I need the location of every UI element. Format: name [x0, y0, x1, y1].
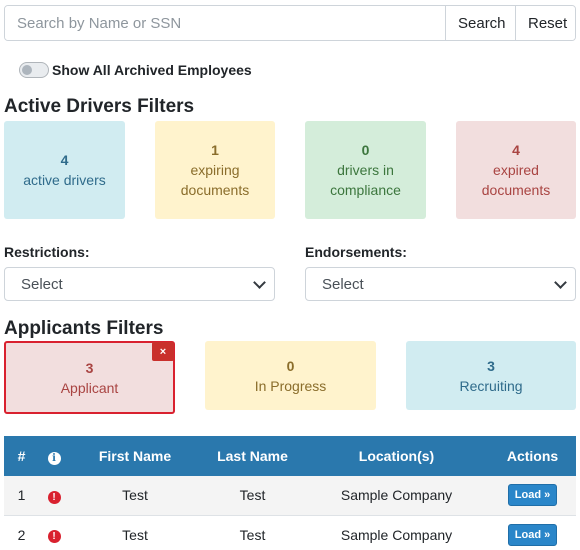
card-label: expiring documents — [180, 162, 250, 198]
card-active-drivers[interactable]: 4 active drivers — [4, 121, 125, 219]
archived-toggle-switch[interactable] — [19, 62, 49, 78]
restrictions-label: Restrictions: — [4, 244, 90, 260]
column-header-actions: Actions — [489, 436, 576, 476]
employees-table: # i First Name Last Name Location(s) Act… — [4, 436, 576, 550]
endorsements-label: Endorsements: — [305, 244, 407, 260]
row-status: ! — [39, 476, 69, 516]
card-expired-documents[interactable]: 4 expired documents — [456, 121, 576, 219]
exclamation-icon: ! — [47, 530, 61, 543]
endorsements-select-value: Select — [322, 275, 364, 293]
card-count: 3 — [487, 357, 495, 374]
card-label: active drivers — [23, 172, 106, 188]
card-count: 4 — [512, 142, 520, 158]
search-button[interactable]: Search — [445, 6, 515, 40]
row-number: 1 — [4, 476, 39, 516]
card-count: 0 — [361, 142, 370, 158]
row-first-name: Test — [69, 476, 201, 516]
column-header-number[interactable]: # — [4, 436, 39, 476]
row-actions: Load » — [489, 515, 576, 550]
endorsements-select[interactable]: Select — [305, 267, 576, 301]
column-header-first-name[interactable]: First Name — [69, 436, 201, 476]
exclamation-icon: ! — [47, 490, 61, 504]
row-location: Sample Company — [304, 515, 489, 550]
load-button[interactable]: Load » — [507, 523, 558, 546]
row-location: Sample Company — [304, 476, 489, 516]
table-header-row: # i First Name Last Name Location(s) Act… — [4, 436, 576, 476]
applicants-filters-heading: Applicants Filters — [4, 318, 164, 339]
archived-toggle-row: Show All Archived Employees — [19, 62, 252, 78]
card-label: Applicant — [60, 379, 119, 396]
row-number: 2 — [4, 515, 39, 550]
active-drivers-filters-heading: Active Drivers Filters — [4, 96, 195, 117]
column-header-last-name[interactable]: Last Name — [201, 436, 304, 476]
toggle-knob — [22, 65, 32, 75]
card-recruiting[interactable]: 3 Recruiting — [406, 341, 576, 410]
card-label: In Progress — [254, 377, 327, 394]
archived-toggle-label: Show All Archived Employees — [52, 62, 252, 78]
restrictions-select-value: Select — [21, 275, 63, 293]
row-last-name: Test — [201, 515, 304, 550]
card-label: drivers in compliance — [330, 162, 401, 198]
chevron-down-icon — [253, 275, 266, 289]
card-count: 0 — [286, 357, 295, 374]
row-first-name: Test — [69, 515, 201, 550]
row-actions: Load » — [489, 476, 576, 516]
reset-button[interactable]: Reset — [515, 6, 575, 40]
row-status: ! — [39, 515, 69, 550]
load-button[interactable]: Load » — [507, 484, 558, 507]
column-header-locations[interactable]: Location(s) — [304, 436, 489, 476]
search-bar: Search Reset — [4, 5, 576, 41]
card-count: 4 — [60, 152, 69, 168]
card-in-progress[interactable]: 0 In Progress — [205, 341, 376, 410]
card-expiring-documents[interactable]: 1 expiring documents — [155, 121, 275, 219]
card-count: 1 — [211, 142, 219, 158]
row-last-name: Test — [201, 476, 304, 516]
close-icon[interactable]: × — [152, 342, 174, 361]
search-input[interactable] — [5, 6, 445, 40]
table-row: 1 ! Test Test Sample Company Load » — [4, 476, 576, 516]
restrictions-select[interactable]: Select — [4, 267, 275, 301]
card-applicant[interactable]: × 3 Applicant — [4, 341, 175, 414]
card-count: 3 — [85, 359, 94, 376]
chevron-down-icon — [554, 275, 567, 289]
table-row: 2 ! Test Test Sample Company Load » — [4, 515, 576, 550]
column-header-info: i — [39, 436, 69, 476]
info-icon: i — [47, 451, 61, 465]
card-drivers-in-compliance[interactable]: 0 drivers in compliance — [305, 121, 426, 219]
card-label: expired documents — [481, 162, 551, 198]
card-label: Recruiting — [459, 377, 523, 394]
